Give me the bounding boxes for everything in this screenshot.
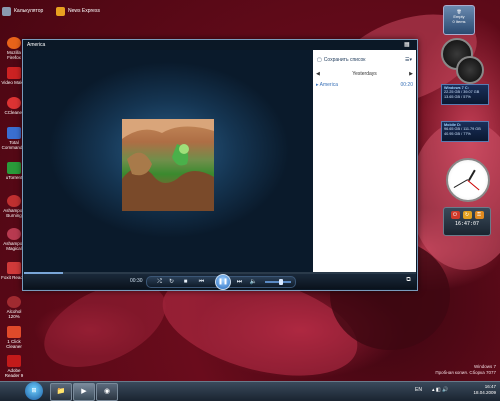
switch-to-library-icon[interactable]: ⧉ (405, 277, 412, 284)
elapsed-time: 00:30 (130, 278, 143, 284)
shuffle-icon[interactable]: ⤮ (155, 278, 164, 286)
firefox-icon (7, 37, 21, 49)
repeat-icon[interactable]: ↻ (167, 278, 176, 286)
timer-lock-button[interactable]: ⚿ (474, 211, 484, 219)
timer-power-button[interactable]: ⏻ (450, 211, 460, 219)
timer-gadget[interactable]: ⏻ ↻ ⚿ 16:47:07 (443, 207, 491, 236)
taskbar-explorer-button[interactable]: 📁 (50, 383, 72, 401)
tray-clock[interactable]: 16:47 18.04.2009 (473, 384, 496, 396)
nav-back-icon[interactable]: ◀ (316, 71, 320, 77)
recycle-bin-count: 0 Items (452, 19, 466, 24)
playlist-title: Yesterdays (352, 71, 377, 77)
desktop-icon-label: 1 Click Cleaner (6, 339, 22, 349)
playlist-item-duration: 00:20 (400, 82, 413, 88)
playlist-nav: ◀ Yesterdays ▶ (316, 71, 413, 80)
playlist-item[interactable]: ▸ America 00:20 (316, 82, 413, 88)
drive-d-line: 40.95 GB / 77% (444, 131, 471, 136)
desktop-icon-adobe-reader[interactable]: Adobe Reader 9 (1, 355, 27, 378)
media-player-icon: ▶ (81, 388, 87, 395)
save-list-label: Сохранить список (323, 57, 366, 63)
recycle-bin-gadget[interactable]: 🗑 Empty 0 Items (443, 5, 475, 35)
stop-icon[interactable]: ■ (181, 278, 190, 286)
pause-button[interactable]: ❚❚ (215, 274, 231, 290)
save-list-button[interactable]: ▢ Сохранить список (317, 57, 366, 63)
media-player-window[interactable]: America ▦ ▢ Сохранить список ☰▾ ◀ Yester… (22, 39, 418, 291)
start-button[interactable]: ⊞ (25, 382, 43, 400)
app-icon: ◉ (103, 388, 111, 395)
desktop-icon-alcohol[interactable]: Alcohol 120% (1, 296, 27, 319)
seek-progress (24, 272, 64, 274)
windows-build-watermark: Windows 7 Пробная копия. Сборка 7077 (435, 364, 496, 375)
clock-minute-hand (453, 179, 468, 188)
alcohol-icon (7, 296, 21, 308)
desktop-icon-label: Alcohol 120% (6, 309, 22, 319)
desktop-icon-label: uTorrent (5, 175, 23, 180)
drive-d-gadget[interactable]: Mobile D: 96.65 GB / 111.79 GB 40.95 GB … (441, 121, 489, 142)
news-icon (56, 6, 65, 16)
timer-restart-button[interactable]: ↻ (462, 211, 472, 219)
desktop-icon-label: Калькулятор (14, 8, 44, 14)
taskbar: ⊞ 📁 ▶ ◉ EN ▴ ◧ 🔊 16:47 18.04.2009 (0, 381, 500, 401)
clock-hour-hand (468, 169, 476, 181)
volume-slider[interactable] (265, 279, 291, 285)
desktop-icon-label: Mozilla Firefox (6, 50, 21, 60)
playlist-item-title: America (319, 82, 338, 88)
playlist-panel[interactable]: ▢ Сохранить список ☰▾ ◀ Yesterdays ▶ ▸ A… (313, 50, 416, 272)
previous-icon[interactable]: ⏮ (197, 278, 206, 286)
transport-bar: ⤮ ↻ ■ ⏮ ❚❚ ⏭ 🔈 (146, 274, 296, 290)
utorrent-icon (7, 162, 21, 174)
window-titlebar[interactable]: America ▦ (23, 40, 417, 50)
taskbar-media-player-button[interactable]: ▶ (73, 383, 95, 401)
desktop-icon-label: News Express (68, 8, 100, 14)
next-icon[interactable]: ⏭ (235, 278, 244, 286)
disc-icon (7, 228, 21, 240)
video-icon (7, 67, 21, 79)
volume-knob[interactable] (278, 279, 283, 285)
folder-icon: 📁 (56, 388, 66, 395)
cleaner-icon (7, 326, 21, 338)
now-playing-area[interactable] (24, 50, 313, 272)
desktop-icon-label: Adobe Reader 9 (4, 368, 24, 378)
window-title: America (27, 42, 46, 48)
drive-c-line: 13.65 GB / 57% (444, 94, 471, 99)
acrobat-icon (7, 355, 21, 367)
playback-controls: 00:30 ⤮ ↻ ■ ⏮ ❚❚ ⏭ 🔈 ⧉ (24, 272, 416, 290)
disk-icon (7, 127, 21, 139)
pdf-icon (7, 262, 21, 274)
burn-icon (7, 195, 21, 207)
list-options-icon[interactable]: ☰▾ (405, 57, 412, 63)
tray-icons[interactable]: ▴ ◧ 🔊 (432, 387, 448, 393)
album-art-illustration (122, 119, 214, 211)
playing-indicator-icon: ▸ (316, 82, 319, 88)
drive-c-gadget[interactable]: Windows 7 C: 22.25 GB / 39.07 GB 13.65 G… (441, 84, 489, 105)
switch-to-library-button[interactable]: ▦ (404, 42, 411, 48)
windows-logo-icon: ⊞ (31, 388, 37, 394)
volume-icon[interactable]: 🔈 (249, 278, 258, 286)
save-icon: ▢ (317, 57, 322, 63)
desktop-icon-label: CCleaner (4, 110, 24, 115)
album-art (122, 119, 214, 211)
build-version: Пробная копия. Сборка 7077 (435, 369, 496, 375)
memory-meter-gadget[interactable] (456, 56, 484, 84)
nav-forward-icon[interactable]: ▶ (409, 71, 413, 77)
desktop-icon-1click-cleaner[interactable]: 1 Click Cleaner (1, 326, 27, 349)
desktop-icon-news-express[interactable]: News Express (56, 4, 100, 18)
desktop-icon-calculator[interactable]: Калькулятор (2, 4, 43, 18)
clock-gadget[interactable] (446, 158, 490, 202)
taskbar-app-button[interactable]: ◉ (96, 383, 118, 401)
tray-date: 18.04.2009 (473, 390, 496, 395)
ccleaner-icon (7, 97, 21, 109)
clock-second-hand (467, 180, 480, 191)
timer-display: 16:47:07 (454, 221, 480, 227)
calculator-icon (2, 6, 11, 16)
language-indicator[interactable]: EN (415, 387, 422, 393)
